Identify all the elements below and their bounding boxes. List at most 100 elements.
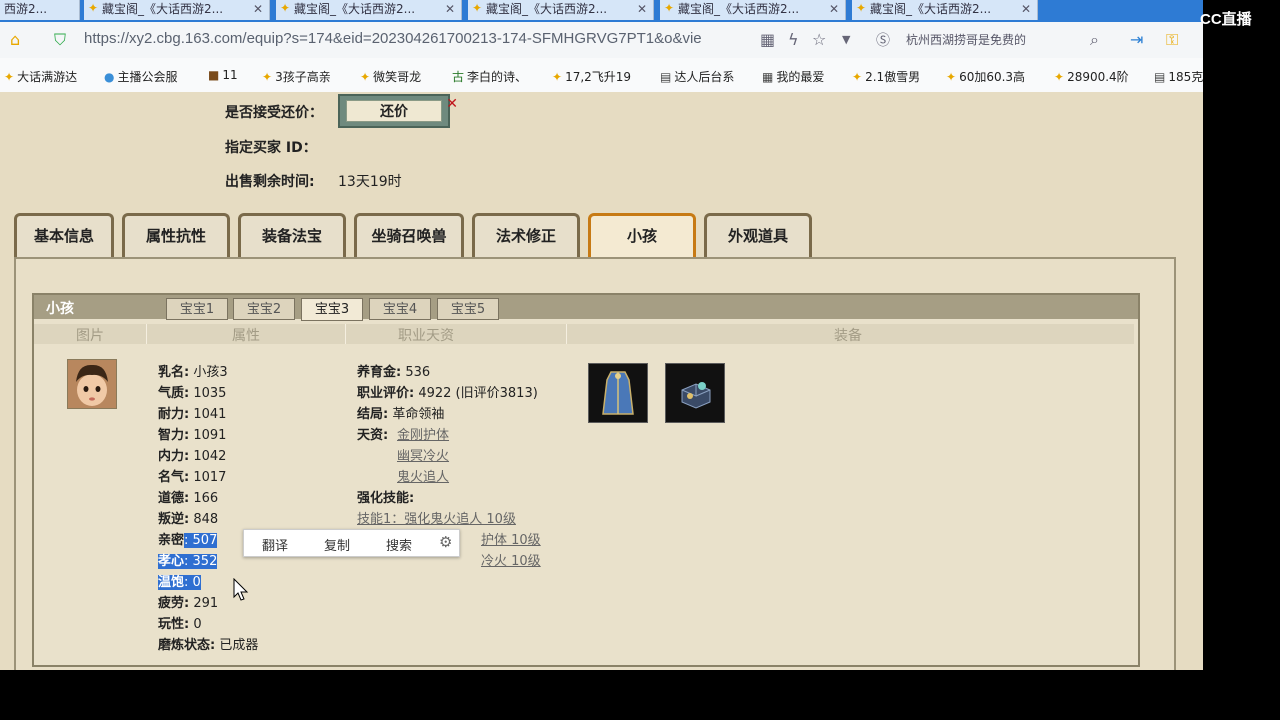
- key-icon[interactable]: ⚿: [1166, 30, 1178, 50]
- bookmark[interactable]: ▦ 我的最爱: [762, 68, 824, 85]
- career-jieju: 结局: 革命领袖: [357, 407, 445, 422]
- bookmark[interactable]: ▤ 185克: [1154, 68, 1203, 85]
- attr-wenbao: 温饱: 0: [158, 575, 201, 590]
- tab-baby-5[interactable]: 宝宝5: [437, 298, 499, 320]
- bookmark-icon: ✦: [852, 70, 863, 84]
- tab-basic-info[interactable]: 基本信息: [14, 213, 114, 257]
- equipment-slot[interactable]: [665, 363, 725, 423]
- bookmark[interactable]: ✦ 17,2飞升19: [552, 68, 631, 85]
- cbg-favicon-icon: ✦: [280, 1, 291, 15]
- tab-baby-3[interactable]: 宝宝3: [301, 298, 363, 321]
- bookmark-icon: ✦: [552, 70, 563, 84]
- gear-icon[interactable]: ⚙: [439, 533, 452, 551]
- tab-child[interactable]: 小孩: [588, 213, 696, 257]
- bookmark[interactable]: ✦ 2.1傲雪男: [852, 68, 920, 85]
- copy-menu-item[interactable]: 复制: [324, 535, 350, 554]
- close-icon[interactable]: ✕: [829, 0, 839, 18]
- browser-tab[interactable]: ✦ 藏宝阁_《大话西游2... ✕: [468, 0, 654, 20]
- bookmark[interactable]: ✦ 大话满游达: [4, 68, 77, 85]
- tab-spell-mods[interactable]: 法术修正: [472, 213, 580, 257]
- child-avatar: [67, 359, 117, 409]
- address-bar: ⌂ ⛉ https://xy2.cbg.163.com/equip?s=174&…: [0, 22, 1203, 59]
- browser-tab-bar: 西游2... ✦ 藏宝阁_《大话西游2... ✕ ✦ 藏宝阁_《大话西游2... ✕ ✦…: [0, 0, 1203, 22]
- close-icon[interactable]: ✕: [445, 0, 455, 18]
- grid-icon[interactable]: ▦: [760, 30, 775, 49]
- career-tianzi-label: 天资:: [357, 428, 389, 443]
- equipment-slot[interactable]: [588, 363, 648, 423]
- column-header: 装备: [834, 328, 862, 344]
- column-divider: [566, 324, 567, 344]
- bookmark[interactable]: ✦ 28900.4阶: [1054, 68, 1129, 85]
- column-header: 属性: [232, 328, 260, 344]
- bookmark[interactable]: ■ 11: [208, 68, 238, 82]
- lightning-icon[interactable]: ϟ: [788, 30, 799, 49]
- attr-wanxing: 玩性: 0: [158, 617, 202, 632]
- bookmark[interactable]: ✦ 3孩子高亲: [262, 68, 331, 85]
- bookmark-icon: ▤: [660, 70, 672, 84]
- attr-pilao: 疲劳: 291: [158, 596, 219, 611]
- browser-tab[interactable]: ✦ 藏宝阁_《大话西游2... ✕: [660, 0, 846, 20]
- career-yangyu: 养育金: 536: [357, 365, 431, 380]
- cc-live-watermark: CC直播: [1200, 11, 1252, 28]
- close-icon[interactable]: ✕: [1021, 0, 1031, 18]
- bookmark-icon: ▤: [1154, 70, 1166, 84]
- url-field[interactable]: https://xy2.cbg.163.com/equip?s=174&eid=…: [84, 30, 702, 47]
- star-icon[interactable]: ☆: [812, 30, 826, 49]
- tab-baby-1[interactable]: 宝宝1: [166, 298, 228, 320]
- attr-qizhi: 气质: 1035: [158, 386, 227, 401]
- skill-link[interactable]: 冷火 10级: [481, 550, 541, 569]
- close-icon[interactable]: ✕: [253, 0, 263, 18]
- attr-molian: 磨炼状态: 已成器: [158, 638, 259, 653]
- tab-mounts[interactable]: 坐骑召唤兽: [354, 213, 464, 257]
- panel-title: 小孩: [46, 301, 74, 317]
- login-icon[interactable]: ⇥: [1130, 30, 1143, 49]
- column-header-row: 图片 属性 职业天资 装备: [34, 324, 1134, 344]
- buyer-id-label: 指定买家 ID：: [225, 140, 317, 156]
- column-header: 职业天资: [398, 328, 454, 344]
- skill-link[interactable]: 护体 10级: [481, 529, 541, 548]
- remaining-time-label: 出售剩余时间:: [225, 174, 315, 190]
- tab-attributes[interactable]: 属性抗性: [122, 213, 230, 257]
- tianzi-link[interactable]: 金刚护体: [397, 424, 449, 443]
- chevron-down-icon[interactable]: ▼: [842, 33, 850, 46]
- cbg-favicon-icon: ✦: [664, 1, 675, 15]
- tab-equipment[interactable]: 装备法宝: [238, 213, 346, 257]
- tab-baby-2[interactable]: 宝宝2: [233, 298, 295, 320]
- bookmark-icon: ✦: [1054, 70, 1065, 84]
- skill-link[interactable]: 技能1：强化鬼火追人 10级: [357, 508, 516, 527]
- bookmark[interactable]: ✦ 60加60.3高: [946, 68, 1025, 85]
- cbg-favicon-icon: ✦: [88, 1, 99, 15]
- browser-tab[interactable]: ✦ 藏宝阁_《大话西游2... ✕: [276, 0, 462, 20]
- attr-mingqi: 名气: 1017: [158, 470, 227, 485]
- letterbox-bottom: [0, 670, 1280, 720]
- bookmark-icon: 古: [452, 70, 465, 84]
- robe-icon: [602, 371, 634, 415]
- browser-tab[interactable]: ✦ 藏宝阁_《大话西游2... ✕: [852, 0, 1038, 20]
- attr-panni: 叛逆: 848: [158, 512, 219, 527]
- bookmark[interactable]: 古李白的诗、: [452, 68, 527, 85]
- career-pingjia: 职业评价: 4922 (旧评价3813): [357, 386, 538, 401]
- browser-tab[interactable]: 西游2...: [0, 0, 80, 20]
- gem-box-icon: [681, 382, 711, 409]
- bookmark-icon: ✦: [360, 70, 371, 84]
- column-header: 图片: [76, 328, 104, 344]
- search-icon[interactable]: ⌕: [1090, 30, 1099, 50]
- close-icon[interactable]: ✕: [637, 0, 647, 18]
- tianzi-link[interactable]: 幽冥冷火: [397, 445, 449, 464]
- bookmark[interactable]: ✦ 微笑哥龙: [360, 68, 421, 85]
- search-input[interactable]: 杭州西湖捞哥是免费的: [906, 31, 1106, 48]
- tab-baby-4[interactable]: 宝宝4: [369, 298, 431, 320]
- selection-context-menu: 翻译 复制 搜索 ⚙: [243, 529, 460, 557]
- tab-appearance[interactable]: 外观道具: [704, 213, 812, 257]
- browser-tab[interactable]: ✦ 藏宝阁_《大话西游2... ✕: [84, 0, 270, 20]
- bookmark[interactable]: ● 主播公会服: [104, 68, 178, 85]
- close-icon: ✕: [446, 96, 458, 112]
- home-icon[interactable]: ⌂: [10, 30, 20, 49]
- search-menu-item[interactable]: 搜索: [386, 535, 412, 554]
- bookmark[interactable]: ▤ 达人后台系: [660, 68, 734, 85]
- translate-menu-item[interactable]: 翻译: [262, 535, 288, 554]
- child-face-icon: [68, 360, 116, 408]
- counter-offer-button[interactable]: 还价 ✕: [338, 94, 458, 128]
- tianzi-link[interactable]: 鬼火追人: [397, 466, 449, 485]
- attr-qinmi: 亲密: 507: [158, 533, 218, 548]
